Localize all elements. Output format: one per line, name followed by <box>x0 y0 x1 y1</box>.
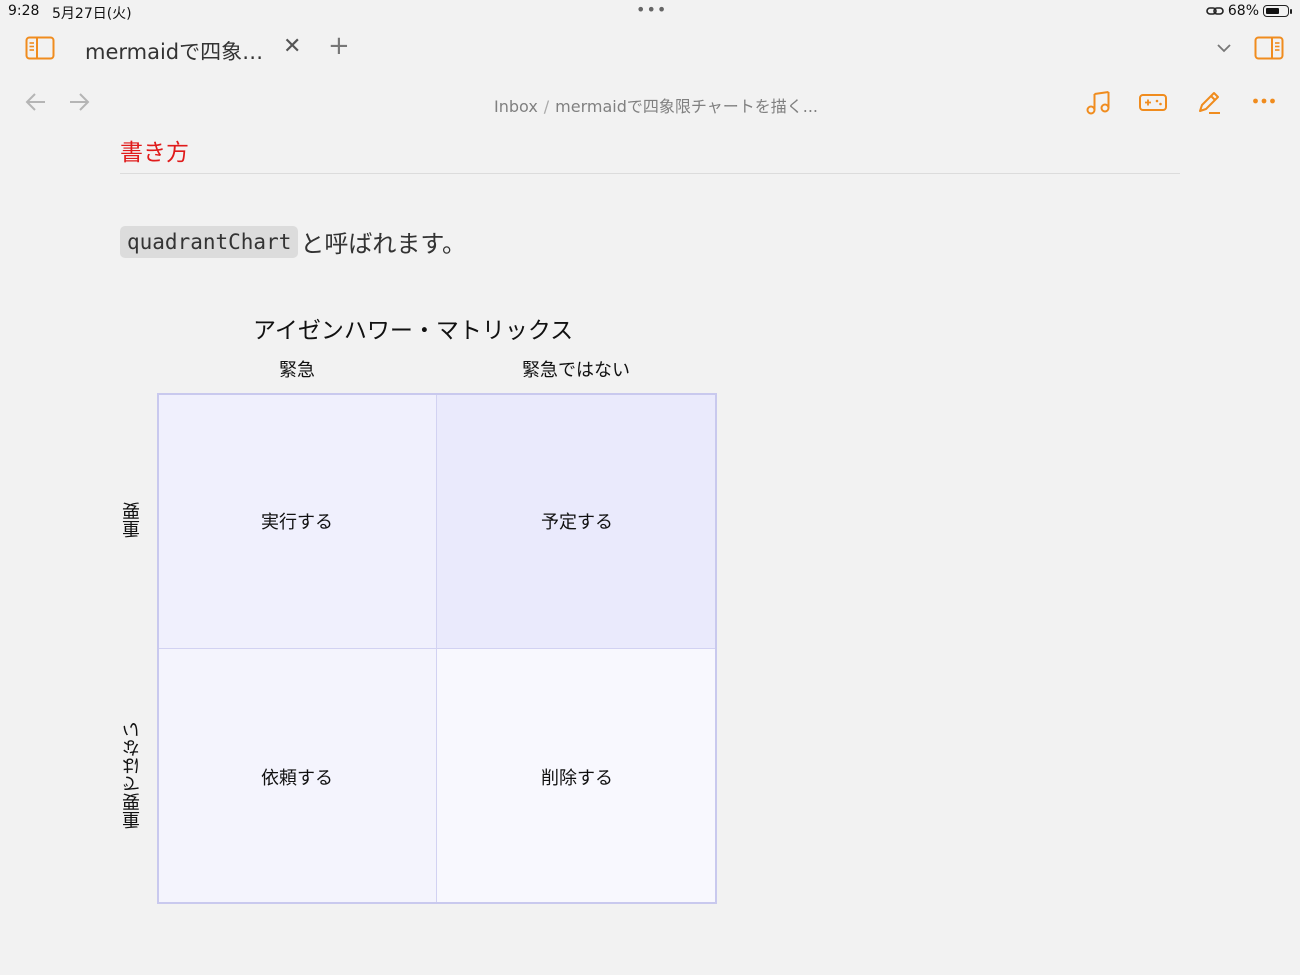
status-time: 9:28 <box>8 3 40 19</box>
quadrant-divider-horizontal <box>157 648 717 649</box>
inline-code: quadrantChart <box>120 225 299 258</box>
pencil-icon[interactable] <box>1195 88 1223 116</box>
y-axis-label-top: 重要 <box>122 502 143 538</box>
quadrant-bottom-right: 削除する <box>437 649 717 904</box>
music-note-icon[interactable] <box>1084 88 1112 116</box>
y-axis-label-bottom: 重要ではない <box>122 721 143 829</box>
link-icon <box>1206 5 1224 17</box>
section-heading: 書き方 <box>120 140 189 166</box>
tab-close-button[interactable]: ✕ <box>283 34 301 59</box>
breadcrumb-inbox[interactable]: Inbox <box>494 97 538 116</box>
quadrant-bottom-left: 依頼する <box>157 649 437 904</box>
tab-title[interactable]: mermaidで四象… <box>85 36 263 66</box>
battery-percent: 68% <box>1227 3 1259 19</box>
quadrant-top-right: 予定する <box>437 393 717 649</box>
sidebar-right-icon[interactable] <box>1254 36 1284 60</box>
new-tab-button[interactable]: + <box>328 31 350 61</box>
gamepad-icon[interactable] <box>1138 91 1168 113</box>
breadcrumb: Inbox / mermaidで四象限チャートを描く... <box>494 93 818 117</box>
sidebar-left-icon[interactable] <box>25 36 55 60</box>
paragraph-text: と呼ばれます。 <box>300 230 466 258</box>
x-axis-label-left: 緊急 <box>279 360 315 381</box>
status-right: 68% <box>1206 3 1292 19</box>
arrow-right-icon[interactable] <box>67 91 91 113</box>
arrow-left-icon[interactable] <box>24 91 48 113</box>
quadrant-top-left: 実行する <box>157 393 437 649</box>
paragraph: quadrantChart と呼ばれます。 <box>120 224 466 259</box>
chart-title: アイゼンハワー・マトリックス <box>253 318 574 344</box>
chevron-down-icon[interactable] <box>1216 42 1232 54</box>
breadcrumb-current[interactable]: mermaidで四象限チャートを描く... <box>555 97 818 116</box>
status-date: 5月27日(火) <box>52 6 132 22</box>
battery-tip <box>1290 8 1292 14</box>
more-icon[interactable] <box>1252 95 1278 107</box>
heading-divider <box>120 173 1180 174</box>
battery-icon <box>1263 5 1289 17</box>
breadcrumb-separator: / <box>543 97 550 116</box>
x-axis-label-right: 緊急ではない <box>522 360 630 381</box>
multitasking-dots[interactable]: ••• <box>636 0 667 19</box>
